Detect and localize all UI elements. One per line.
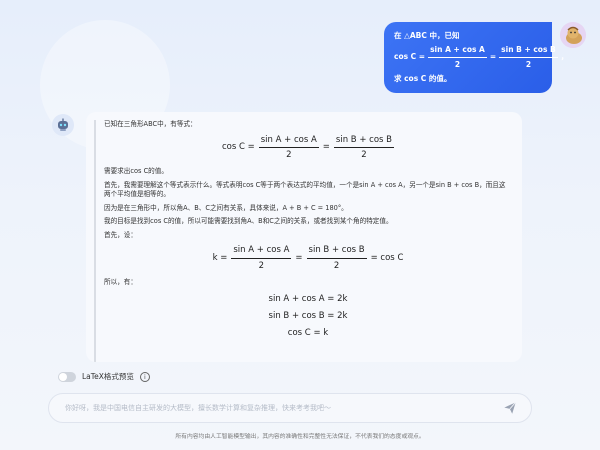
eq2-lhs: k = (212, 253, 228, 264)
answer-equation-1: cos C = sin A + cos A 2 = sin B + cos B … (104, 134, 512, 162)
user-fraction-2: sin B + cos B 2 (499, 44, 558, 70)
user-comma: ， (560, 52, 569, 62)
user-equals: = (489, 52, 497, 62)
assistant-answer-card: 已知在三角形ABC中，有等式： cos C = sin A + cos A 2 … (86, 112, 522, 362)
answer-paragraph-1: 需要求出cos C的值。 (104, 167, 168, 176)
eq1-fraction-2: sin B + cos B 2 (333, 134, 394, 162)
answer-paragraph-6: 所以，有： (104, 278, 137, 287)
eq1-frac2-den: 2 (361, 149, 367, 160)
user-fraction-1: sin A + cos A 2 (428, 44, 487, 70)
answer-equation-4: sin B + cos B = 2k (268, 310, 348, 321)
footer-disclaimer: 所有内容均由人工智能模型输出，其内容的准确性和完整性无法保证，不代表我们的态度或… (175, 434, 425, 440)
chat-input[interactable] (49, 404, 499, 412)
eq2-frac1-num: sin A + cos A (231, 244, 292, 259)
eq1-frac1-den: 2 (286, 149, 292, 160)
eq2-fraction-2: sin B + cos B 2 (306, 244, 367, 272)
user-avatar-icon[interactable] (560, 22, 586, 48)
eq1-lhs: cos C = (221, 142, 255, 153)
user-frac1-num: sin A + cos A (428, 44, 487, 58)
user-frac2-den: 2 (525, 59, 532, 69)
user-message-bubble: 在 △ABC 中，已知 cos C = sin A + cos A 2 = si… (384, 22, 568, 93)
eq2-fraction-1: sin A + cos A 2 (231, 244, 292, 272)
answer-paragraph-3: 因为是在三角形中，所以角A、B、C之间有关系，具体来说，A + B + C = … (104, 203, 348, 212)
send-icon[interactable] (499, 397, 521, 419)
answer-intro: 已知在三角形ABC中，有等式： (104, 120, 197, 128)
user-message-row: 在 △ABC 中，已知 cos C = sin A + cos A 2 = si… (384, 22, 586, 93)
latex-preview-label: LaTeX格式预览 (82, 372, 134, 381)
eq2-equals: = (295, 253, 303, 264)
answer-equation-5: cos C = k (287, 328, 329, 339)
answer-paragraph-4: 我的目标是找到cos C的值，所以可能需要找到角A、B和C之间的关系，或者找到某… (104, 217, 393, 226)
latex-preview-row: LaTeX格式预览 i (58, 371, 150, 382)
answer-paragraph-2: 首先，我需要理解这个等式表示什么。等式表明cos C等于两个表达式的平均值，一个… (104, 180, 506, 199)
answer-equation-3: sin A + cos A = 2k (268, 293, 348, 304)
user-cos-c: cos C = (394, 52, 426, 62)
user-frac2-num: sin B + cos B (499, 44, 558, 58)
bot-avatar-icon (52, 114, 74, 136)
latex-preview-toggle[interactable] (58, 371, 76, 382)
eq1-frac2-num: sin B + cos B (333, 134, 394, 148)
info-icon[interactable]: i (139, 371, 150, 382)
eq1-frac1-num: sin A + cos A (258, 134, 319, 148)
answer-equation-2: k = sin A + cos A 2 = sin B + cos B 2 = … (104, 244, 512, 272)
eq1-fraction-1: sin A + cos A 2 (258, 134, 319, 162)
user-message-line3: 求 cos C 的值。 (394, 73, 452, 83)
eq2-frac1-den: 2 (258, 260, 265, 271)
eq2-rhs: = cos C (370, 253, 404, 264)
eq1-equals: = (322, 142, 330, 153)
chat-input-bar (48, 393, 532, 423)
user-frac1-den: 2 (454, 59, 461, 69)
answer-paragraph-5: 首先，设： (104, 230, 137, 239)
user-message-equation: cos C = sin A + cos A 2 = sin B + cos B … (394, 44, 568, 70)
eq2-frac2-num: sin B + cos B (306, 244, 367, 259)
eq2-frac2-den: 2 (333, 260, 340, 271)
toggle-knob (59, 372, 67, 381)
user-message-line1: 在 △ABC 中，已知 (394, 31, 460, 40)
assistant-answer-content: 已知在三角形ABC中，有等式： cos C = sin A + cos A 2 … (94, 120, 512, 362)
